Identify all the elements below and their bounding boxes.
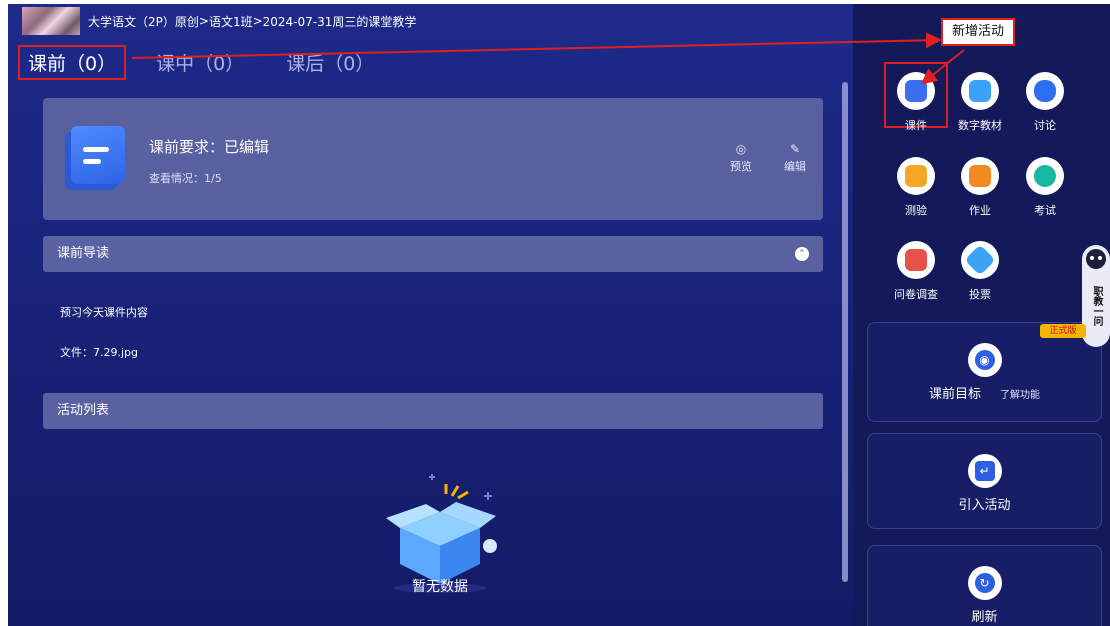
new-activity-button[interactable]: 新增活动 — [941, 18, 1015, 46]
import-activity-label: 引入活动 — [958, 498, 1011, 513]
exam-icon — [1034, 165, 1056, 187]
breadcrumb-course[interactable]: 大学语文（2P）原创 — [88, 13, 199, 30]
scrollbar[interactable] — [842, 82, 848, 582]
robot-icon — [1086, 249, 1106, 269]
tab-in-class[interactable]: 课中（0） — [156, 49, 244, 76]
edit-label: 编辑 — [784, 160, 806, 173]
learn-more-link[interactable]: 了解功能 — [1000, 390, 1040, 401]
edit-button[interactable]: ✎ 编辑 — [777, 142, 813, 174]
import-icon: ↵ — [974, 461, 995, 481]
quiz-icon — [905, 165, 927, 187]
release-badge: 正式版 — [1040, 324, 1086, 338]
tool-label: 数字教材 — [958, 119, 1002, 132]
activity-section-title: 活动列表 — [57, 403, 110, 418]
target-icon: ◉ — [974, 350, 995, 370]
tool-label: 课件 — [905, 119, 927, 132]
homework-icon — [969, 165, 991, 187]
requirement-status: 查看情况：1/5 — [149, 172, 222, 185]
tab-after-class[interactable]: 课后（0） — [286, 49, 374, 76]
digital-textbook-icon — [969, 80, 991, 102]
breadcrumb-class[interactable]: 语文1班 — [209, 13, 253, 30]
tool-survey[interactable]: 问卷调查 — [884, 241, 948, 302]
assistant-label: 职教一问 — [1091, 286, 1102, 326]
tool-label: 问卷调查 — [894, 288, 938, 301]
tool-homework[interactable]: 作业 — [948, 157, 1012, 218]
pencil-icon: ✎ — [789, 142, 801, 156]
tool-vote[interactable]: 投票 — [948, 241, 1012, 302]
survey-icon — [905, 249, 927, 271]
breadcrumb-separator: > — [252, 14, 263, 28]
requirement-title: 课前要求：已编辑 — [149, 138, 270, 156]
breadcrumb-lesson: 2024-07-31周三的课堂教学 — [262, 14, 417, 29]
activity-section-header: 活动列表 — [43, 393, 823, 429]
stage-tabs: 课前（0） 课中（0） 课后（0） — [18, 45, 416, 80]
requirement-card[interactable]: 课前要求：已编辑 查看情况：1/5 ◎ 预览 ✎ 编辑 — [43, 98, 823, 220]
tool-label: 测验 — [905, 204, 927, 217]
courseware-icon — [905, 80, 927, 102]
refresh-panel[interactable]: ↻ 刷新 — [867, 545, 1102, 626]
tool-courseware[interactable]: 课件 — [884, 62, 948, 132]
objective-label: 课前目标 — [928, 387, 981, 402]
tool-label: 考试 — [1034, 204, 1056, 217]
breadcrumb-separator: > — [198, 14, 209, 28]
tool-label: 讨论 — [1034, 119, 1056, 132]
empty-state-text: 暂无数据 — [412, 579, 468, 595]
eye-icon: ◎ — [735, 142, 747, 156]
tab-before-class[interactable]: 课前（0） — [18, 45, 127, 80]
course-thumbnail — [22, 7, 80, 35]
tool-quiz[interactable]: 测验 — [884, 157, 948, 218]
guide-text: 预习今天课件内容 — [60, 306, 148, 319]
tool-label: 作业 — [969, 204, 991, 217]
document-icon — [65, 126, 125, 190]
collapse-icon[interactable]: ⌃ — [795, 247, 809, 261]
tool-label: 投票 — [969, 288, 991, 301]
vote-icon — [964, 244, 996, 276]
breadcrumb: 大学语文（2P）原创 > 语文1班 > 2024-07-31周三的课堂教学 — [22, 7, 416, 35]
guide-file-link[interactable]: 文件：7.29.jpg — [60, 344, 138, 360]
tool-exam[interactable]: 考试 — [1013, 157, 1077, 218]
tool-discussion[interactable]: 讨论 — [1013, 72, 1077, 133]
refresh-label: 刷新 — [971, 610, 998, 625]
guide-section-title: 课前导读 — [57, 246, 110, 261]
discussion-icon — [1034, 80, 1056, 102]
assistant-widget[interactable]: 职教一问 — [1082, 245, 1110, 347]
refresh-icon: ↻ — [974, 573, 995, 593]
tool-digital-textbook[interactable]: 数字教材 — [948, 72, 1012, 133]
guide-section-header[interactable]: 课前导读 ⌃ — [43, 236, 823, 272]
preview-label: 预览 — [730, 160, 752, 173]
main-content: 大学语文（2P）原创 > 语文1班 > 2024-07-31周三的课堂教学 课前… — [8, 4, 853, 626]
preview-button[interactable]: ◎ 预览 — [723, 142, 759, 174]
import-activity-panel[interactable]: ↵ 引入活动 — [867, 433, 1102, 529]
